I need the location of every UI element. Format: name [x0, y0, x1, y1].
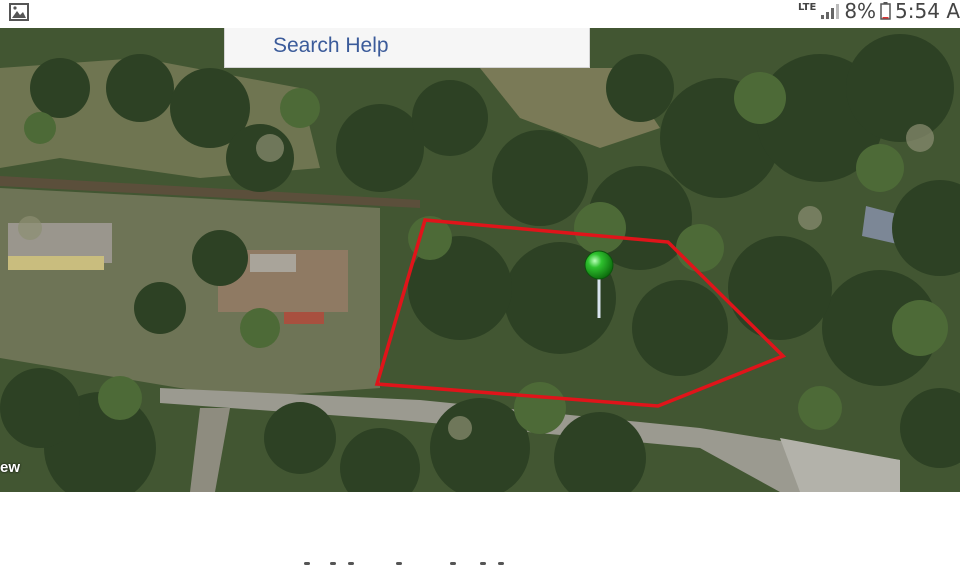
battery-percent: 8%: [844, 0, 877, 23]
aerial-imagery: [0, 28, 960, 492]
signal-icon: [821, 4, 840, 19]
view-label[interactable]: ew: [0, 459, 20, 476]
cut-off-text: [300, 560, 530, 565]
battery-icon: [880, 2, 891, 20]
image-icon: [9, 3, 29, 21]
aerial-map[interactable]: [0, 28, 960, 492]
bottom-panel: [0, 492, 960, 565]
status-right: LTE 8% 5:54 A: [797, 0, 960, 23]
search-help-label: Search Help: [273, 34, 389, 57]
status-bar: LTE 8% 5:54 A: [0, 0, 960, 28]
clock: 5:54 A: [895, 0, 960, 23]
network-type: LTE: [797, 2, 817, 13]
search-help-box[interactable]: Search Help: [224, 28, 590, 68]
